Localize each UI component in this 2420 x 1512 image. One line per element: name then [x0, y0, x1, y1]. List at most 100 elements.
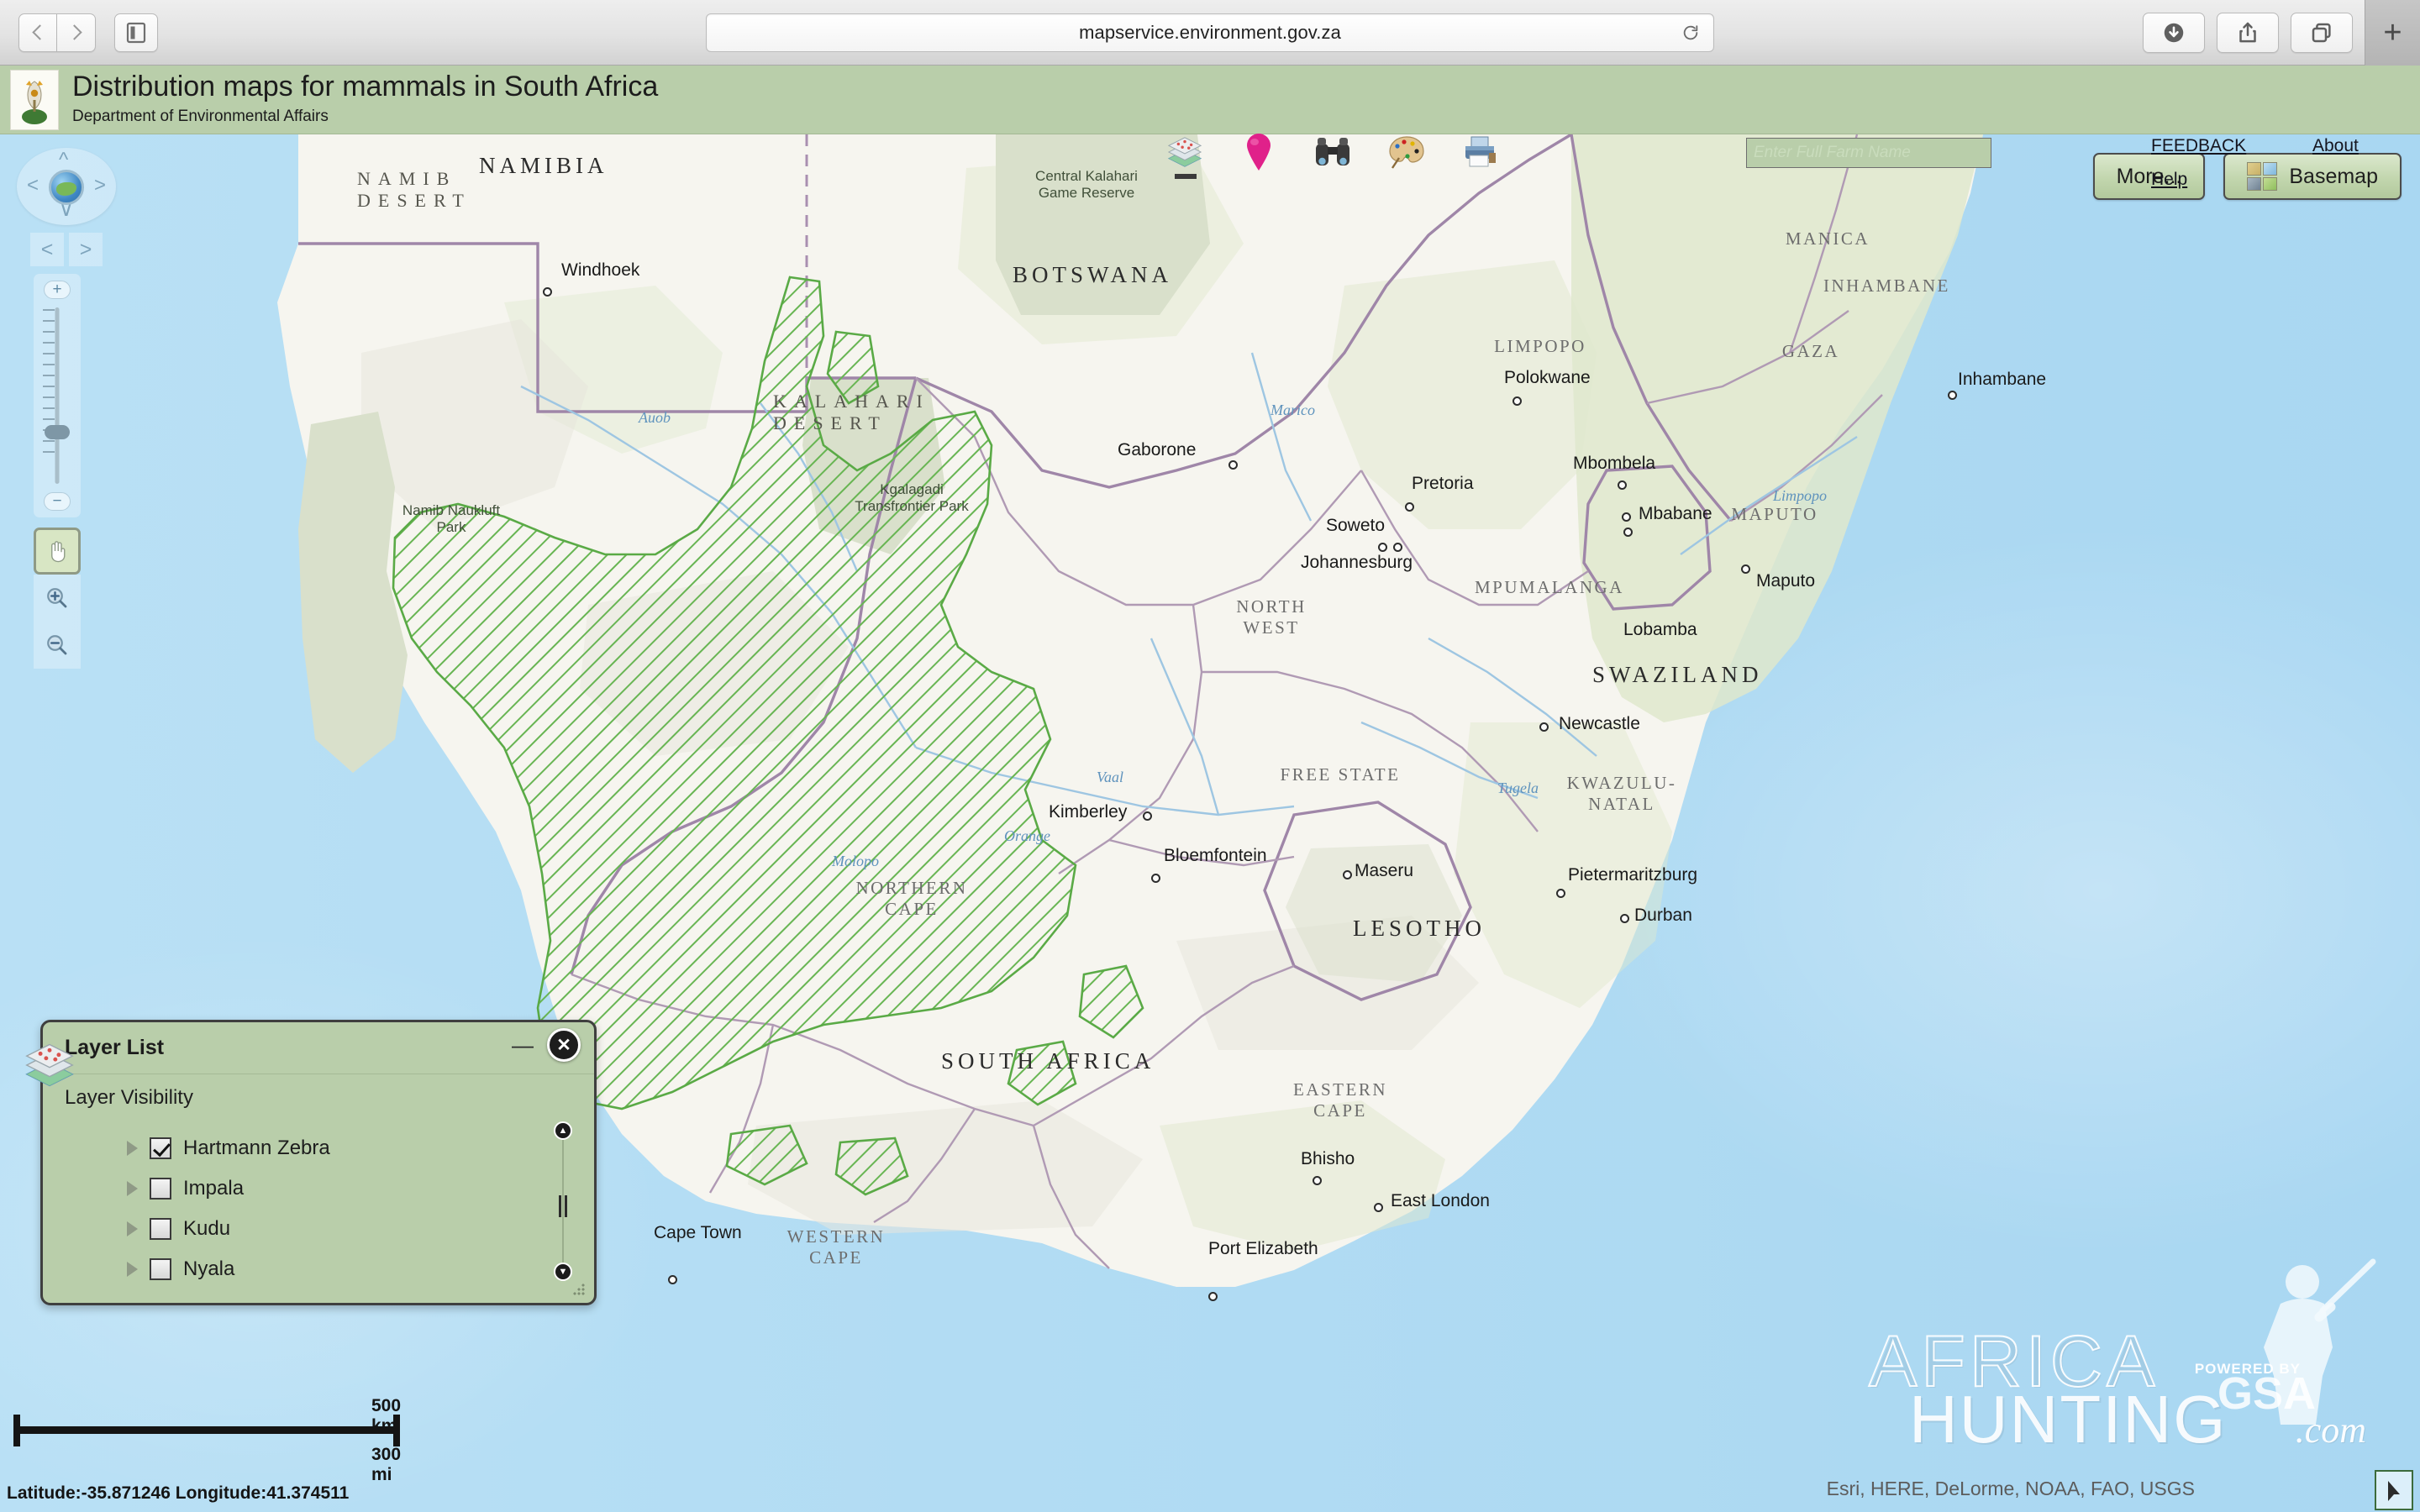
- map-top-buttons: More... Basemap: [2092, 153, 2402, 200]
- city-marker-icon: [1374, 1203, 1383, 1212]
- header-toolbar: [1164, 131, 1502, 173]
- next-extent-button[interactable]: >: [69, 233, 103, 266]
- panel-resize-handle[interactable]: [572, 1283, 586, 1296]
- app-header: Distribution maps for mammals in South A…: [0, 66, 2420, 189]
- pan-left-icon[interactable]: <: [27, 176, 39, 196]
- layer-label: Hartmann Zebra: [183, 1137, 330, 1159]
- city-marker-icon: [1151, 874, 1160, 883]
- city-marker-icon: [668, 1275, 677, 1284]
- basemap-button[interactable]: Basemap: [2223, 153, 2402, 200]
- zoom-out-tool-button[interactable]: [34, 622, 81, 669]
- layer-row-kudu[interactable]: Kudu: [127, 1209, 522, 1249]
- tab-overview-button[interactable]: [2291, 13, 2353, 53]
- page-subtitle: Department of Environmental Affairs: [72, 108, 329, 125]
- expand-caret-icon[interactable]: [127, 1262, 138, 1277]
- pan-right-icon[interactable]: >: [94, 176, 106, 196]
- south-africa-coat-of-arms-icon: [10, 70, 59, 130]
- pan-up-icon[interactable]: ^: [59, 150, 68, 171]
- layer-panel-titlebar[interactable]: Layer List — ✕: [43, 1022, 594, 1074]
- printer-icon[interactable]: [1460, 131, 1502, 173]
- zoom-in-button[interactable]: +: [44, 281, 71, 299]
- downloads-button[interactable]: [2143, 13, 2205, 53]
- extent-history-controls: < >: [30, 230, 103, 269]
- city-marker-icon: [1512, 396, 1522, 406]
- palette-icon[interactable]: [1386, 131, 1428, 173]
- city-marker-icon: [1556, 889, 1565, 898]
- scale-cap-right: [393, 1415, 400, 1446]
- scale-mi-label: 300 mi: [371, 1445, 402, 1484]
- city-marker-icon: [1343, 870, 1352, 879]
- layer-visibility-checkbox[interactable]: [150, 1258, 171, 1280]
- tab-overview-icon: [2312, 23, 2331, 43]
- city-marker-icon: [1228, 460, 1238, 470]
- layer-visibility-checkbox[interactable]: [150, 1218, 171, 1240]
- zoom-ticks: [43, 309, 55, 482]
- expand-caret-icon[interactable]: [127, 1141, 138, 1156]
- layers-icon: [22, 1040, 77, 1090]
- more-button[interactable]: More...: [2092, 153, 2206, 200]
- city-marker-icon: [1620, 914, 1629, 923]
- page-title: Distribution maps for mammals in South A…: [72, 71, 659, 102]
- city-marker-icon: [543, 287, 552, 297]
- magnifier-plus-icon: [47, 588, 67, 608]
- expand-caret-icon[interactable]: [127, 1221, 138, 1236]
- close-icon[interactable]: ✕: [547, 1028, 581, 1062]
- layer-visibility-checkbox[interactable]: [150, 1137, 171, 1159]
- city-marker-icon: [1208, 1292, 1218, 1301]
- map-geometry: [277, 134, 1983, 1287]
- about-link[interactable]: About: [2312, 136, 2359, 156]
- scale-line: [13, 1426, 400, 1434]
- download-icon: [2164, 23, 2184, 43]
- browser-forward-button[interactable]: [57, 13, 96, 52]
- share-button[interactable]: [2217, 13, 2279, 53]
- zoom-in-tool-button[interactable]: [34, 575, 81, 622]
- caret-up-icon[interactable]: ▲: [554, 1121, 572, 1140]
- sidebar-toggle-button[interactable]: [114, 13, 158, 52]
- binoculars-icon[interactable]: [1312, 131, 1354, 173]
- new-tab-button[interactable]: +: [2365, 0, 2420, 66]
- address-bar[interactable]: mapservice.environment.gov.za: [706, 13, 1714, 52]
- browser-back-button[interactable]: [18, 13, 57, 52]
- city-marker-icon: [1618, 480, 1627, 490]
- url-text: mapservice.environment.gov.za: [1079, 22, 1341, 43]
- scroll-thumb[interactable]: [559, 1195, 567, 1217]
- expand-caret-icon[interactable]: [127, 1181, 138, 1196]
- map-pin-icon[interactable]: [1238, 131, 1280, 173]
- layer-row-nyala[interactable]: Nyala: [127, 1249, 522, 1289]
- layer-visibility-checkbox[interactable]: [150, 1178, 171, 1200]
- globe-icon[interactable]: [49, 170, 84, 205]
- zoom-slider-handle[interactable]: [45, 425, 70, 439]
- layers-icon[interactable]: [1164, 131, 1206, 173]
- layer-list-panel[interactable]: Layer List — ✕ Layer Visibility Hartmann…: [40, 1020, 597, 1305]
- pan-rose[interactable]: ^ ∨ < >: [17, 148, 116, 225]
- zoom-slider[interactable]: + −: [34, 274, 81, 517]
- layer-list-scrollbar[interactable]: ▲ ▼: [554, 1121, 572, 1281]
- pan-tool-button[interactable]: [34, 528, 81, 575]
- help-link[interactable]: Help: [2151, 170, 2187, 190]
- magnifier-minus-icon: [47, 635, 67, 655]
- map-canvas[interactable]: NAMIBIA BOTSWANA SOUTH AFRICA SWAZILAND LESO…: [0, 134, 2420, 1512]
- layer-visibility-label: Layer Visibility: [65, 1086, 193, 1109]
- feedback-link[interactable]: FEEDBACK: [2151, 136, 2246, 156]
- browser-toolbar-right: +: [2143, 0, 2420, 66]
- zoom-track[interactable]: [55, 307, 60, 484]
- layer-label: Impala: [183, 1177, 245, 1200]
- zoom-out-button[interactable]: −: [44, 492, 71, 511]
- minimize-icon[interactable]: —: [512, 1034, 534, 1061]
- layer-panel-title: Layer List: [65, 1036, 165, 1059]
- caret-down-icon[interactable]: ▼: [554, 1263, 572, 1281]
- reload-icon[interactable]: [1681, 24, 1700, 42]
- browser-toolbar: mapservice.environment.gov.za +: [0, 0, 2420, 66]
- layer-label: Nyala: [183, 1257, 235, 1280]
- previous-extent-button[interactable]: <: [30, 233, 64, 266]
- layer-row-hartmann-zebra[interactable]: Hartmann Zebra: [127, 1128, 522, 1168]
- city-marker-icon: [1623, 528, 1633, 537]
- map-tool-stack: [34, 528, 81, 669]
- layer-row-impala[interactable]: Impala: [127, 1168, 522, 1209]
- city-marker-icon: [1405, 502, 1414, 512]
- city-marker-icon: [1313, 1176, 1322, 1185]
- chevron-left-icon: [32, 24, 48, 40]
- hand-icon: [51, 541, 66, 563]
- search-input[interactable]: [1746, 138, 1991, 168]
- layer-item-list: Hartmann Zebra Impala Kudu Nyala: [127, 1128, 522, 1289]
